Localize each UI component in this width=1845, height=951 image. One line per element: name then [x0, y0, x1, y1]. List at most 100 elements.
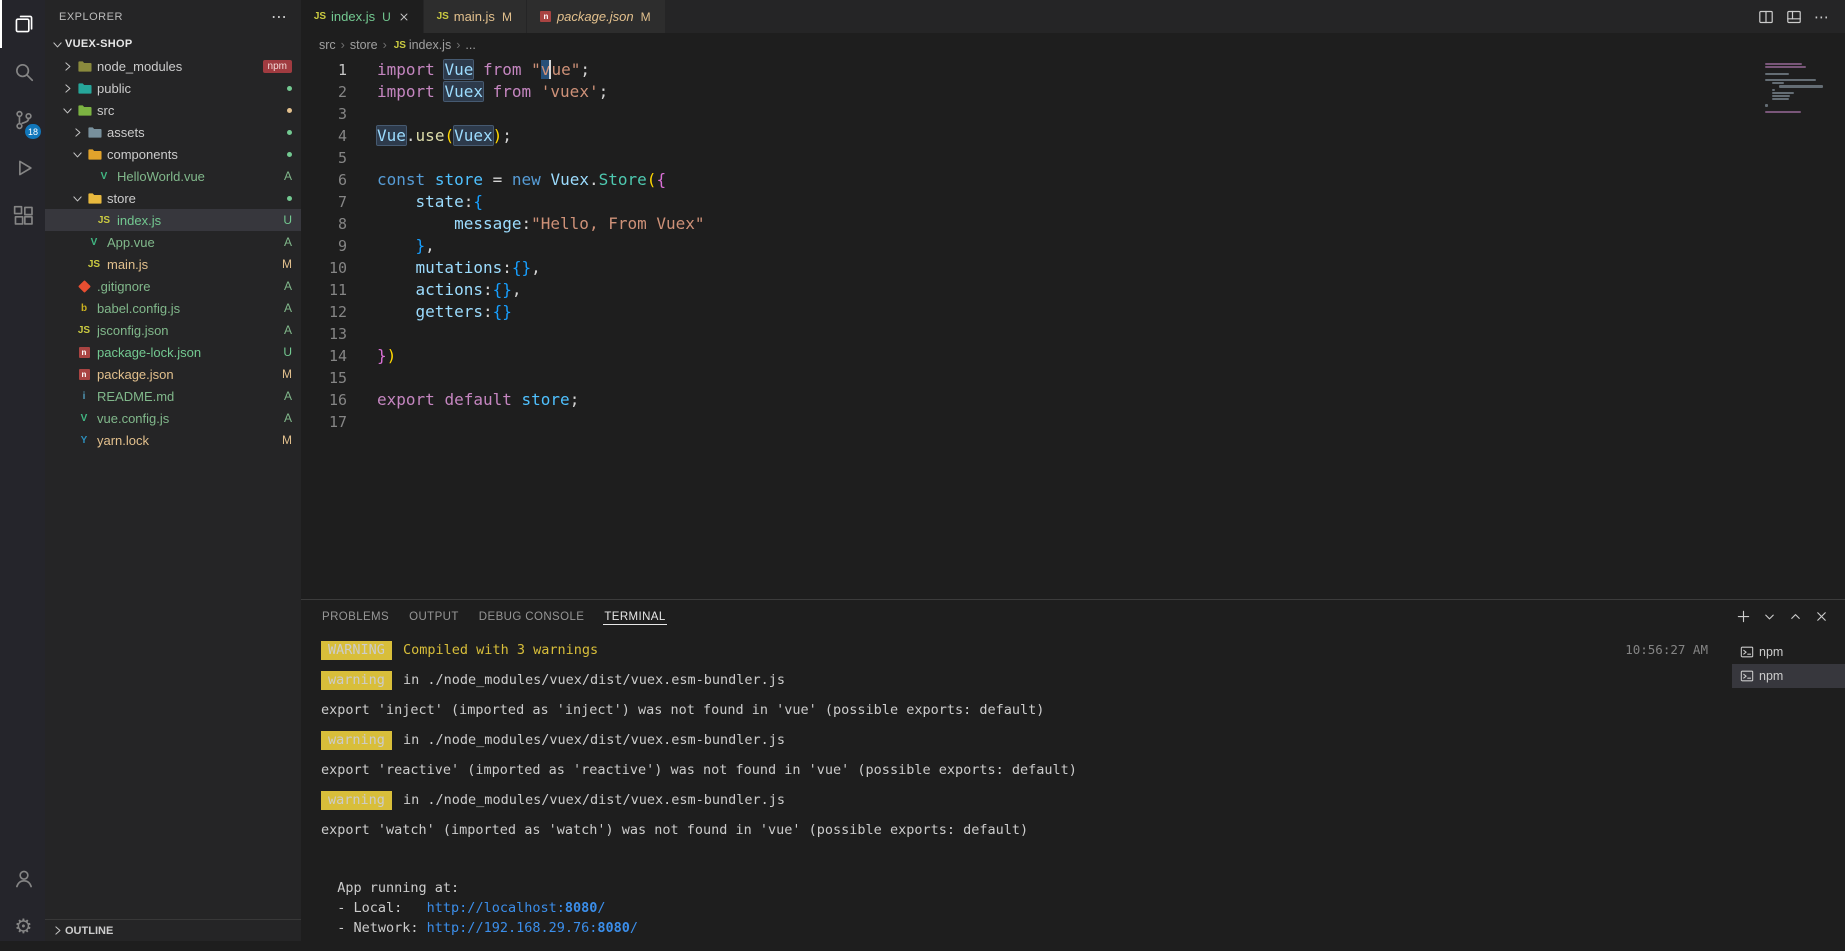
tree-folder-components[interactable]: components: [45, 143, 301, 165]
tree-file-vue.config.js[interactable]: Vvue.config.js A: [45, 407, 301, 429]
tab-index.js[interactable]: JS index.js U: [301, 0, 424, 33]
terminal-link[interactable]: http://192.168.29.76:: [427, 919, 598, 938]
tree-file-README.md[interactable]: i README.md A: [45, 385, 301, 407]
tree-file-babel.config.js[interactable]: b babel.config.js A: [45, 297, 301, 319]
breadcrumb-item-...[interactable]: ...: [465, 38, 475, 52]
maximize-panel-icon[interactable]: [1783, 604, 1807, 628]
code-line-8[interactable]: 8 message:"Hello, From Vuex": [301, 213, 1845, 235]
tree-folder-node_modules[interactable]: node_modules npm: [45, 55, 301, 77]
line-number: 14: [328, 347, 347, 365]
code-line-9[interactable]: 9 },: [301, 235, 1845, 257]
tab-main.js[interactable]: JS main.js M: [423, 0, 527, 33]
terminal-text: export 'reactive' (imported as 'reactive…: [321, 762, 1077, 778]
terminal-instance-2[interactable]: npm: [1732, 664, 1845, 688]
project-section-header[interactable]: VUEX-SHOP: [45, 33, 301, 55]
code-line-6[interactable]: 6 const store = new Vuex.Store({: [301, 169, 1845, 191]
extensions-icon[interactable]: [0, 192, 45, 240]
more-actions-icon[interactable]: ⋯: [1809, 4, 1835, 30]
tree-file-package.json[interactable]: n package.json M: [45, 363, 301, 385]
tree-file-App.vue[interactable]: V App.vue A: [45, 231, 301, 253]
code-line-12[interactable]: 12 getters:{}: [301, 301, 1845, 323]
terminal-link[interactable]: http://localhost:: [427, 899, 565, 918]
tree-file-jsconfig.json[interactable]: JS jsconfig.json A: [45, 319, 301, 341]
panel-tab-terminal[interactable]: TERMINAL: [603, 604, 668, 628]
close-panel-icon[interactable]: [1809, 604, 1833, 628]
code-line-5[interactable]: 5: [301, 147, 1845, 169]
line-number: 13: [328, 325, 347, 343]
breadcrumb-item-store[interactable]: store: [350, 38, 378, 52]
file-name: App.vue: [107, 234, 155, 250]
terminal-link[interactable]: /: [630, 919, 638, 938]
terminal-output[interactable]: WARNING Compiled with 3 warnings 10:56:27…: [301, 632, 1732, 941]
code-line-4[interactable]: 4 Vue.use(Vuex);: [301, 125, 1845, 147]
source-control-icon[interactable]: 18: [0, 96, 45, 144]
tree-file-.gitignore[interactable]: .gitignore A: [45, 275, 301, 297]
terminal-line: WARNING Compiled with 3 warnings 10:56:27…: [321, 640, 1722, 660]
breadcrumb-item-src[interactable]: src: [319, 38, 336, 52]
terminal-link[interactable]: 8080: [565, 899, 598, 918]
terminal-text: Compiled with 3 warnings: [394, 642, 599, 658]
settings-icon[interactable]: ⚙: [0, 903, 45, 951]
code-text: message:"Hello, From Vuex": [454, 214, 705, 233]
code-line-16[interactable]: 16 export default store;: [301, 389, 1845, 411]
code-text: Vue.use(Vuex);: [377, 126, 512, 145]
outline-section-header[interactable]: OUTLINE: [45, 919, 301, 941]
tree-folder-store[interactable]: store: [45, 187, 301, 209]
file-name: babel.config.js: [97, 300, 181, 316]
git-status-letter: A: [283, 323, 292, 337]
tree-file-HelloWorld.vue[interactable]: V HelloWorld.vue A: [45, 165, 301, 187]
chevron-separator: ›: [340, 38, 345, 52]
code-lines[interactable]: 1 import Vue from "vue"; 2 import Vuex from…: [301, 59, 1845, 433]
terminal-link[interactable]: 8080: [597, 919, 630, 938]
terminal-link[interactable]: /: [597, 899, 605, 918]
terminal-instance-1[interactable]: npm: [1732, 640, 1845, 664]
tree-file-index.js[interactable]: JS index.js U: [45, 209, 301, 231]
customize-layout-icon[interactable]: [1781, 4, 1807, 30]
line-number: 11: [328, 281, 347, 299]
code-line-14[interactable]: 14}): [301, 345, 1845, 367]
terminal-instance-label: npm: [1759, 645, 1784, 659]
code-line-11[interactable]: 11 actions:{},: [301, 279, 1845, 301]
code-line-2[interactable]: 2 import Vuex from 'vuex';: [301, 81, 1845, 103]
tree-file-main.js[interactable]: JS main.js M: [45, 253, 301, 275]
tab-package.json[interactable]: n package.json M: [526, 0, 666, 33]
code-line-3[interactable]: 3: [301, 103, 1845, 125]
editor-actions: ⋯: [1753, 0, 1845, 33]
bottom-panel: PROBLEMS OUTPUT DEBUG CONSOLE TERMINAL WARN…: [301, 599, 1845, 941]
launch-profile-dropdown-icon[interactable]: [1757, 604, 1781, 628]
code-line-13[interactable]: 13: [301, 323, 1845, 345]
panel-tab-problems[interactable]: PROBLEMS: [321, 604, 390, 628]
code-line-15[interactable]: 15: [301, 367, 1845, 389]
panel-tab-output[interactable]: OUTPUT: [408, 604, 460, 628]
tree-folder-public[interactable]: public: [45, 77, 301, 99]
tab-label: index.js: [331, 9, 376, 24]
account-icon[interactable]: [0, 855, 45, 903]
tree-folder-src[interactable]: src: [45, 99, 301, 121]
tree-file-package-lock.json[interactable]: n package-lock.json U: [45, 341, 301, 363]
panel-tab-debug-console[interactable]: DEBUG CONSOLE: [478, 604, 586, 628]
readme-file-icon: i: [82, 390, 86, 402]
folder-icon: [75, 80, 93, 96]
search-icon[interactable]: [0, 48, 45, 96]
more-actions-icon[interactable]: ⋯: [271, 7, 287, 27]
run-debug-icon[interactable]: [0, 144, 45, 192]
tree-file-yarn.lock[interactable]: Yyarn.lock M: [45, 429, 301, 451]
code-line-10[interactable]: 10 mutations:{},: [301, 257, 1845, 279]
warning-badge: WARNING: [321, 641, 392, 660]
breadcrumb-item-index.js[interactable]: JS index.js: [392, 37, 452, 53]
project-name: VUEX-SHOP: [65, 38, 133, 50]
new-terminal-icon[interactable]: [1731, 604, 1755, 628]
explorer-icon[interactable]: [0, 0, 45, 48]
code-editor[interactable]: 1 import Vue from "vue"; 2 import Vuex from…: [301, 57, 1845, 599]
code-line-7[interactable]: 7 state:{: [301, 191, 1845, 213]
code-text: actions:{},: [415, 280, 522, 299]
line-number: 5: [337, 149, 347, 167]
git-modified-dot: [287, 107, 292, 113]
code-line-17[interactable]: 17: [301, 411, 1845, 433]
split-editor-icon[interactable]: [1753, 4, 1779, 30]
close-icon[interactable]: [395, 8, 413, 26]
minimap[interactable]: [1765, 63, 1831, 117]
code-line-1[interactable]: 1 import Vue from "vue";: [301, 59, 1845, 81]
tree-folder-assets[interactable]: assets: [45, 121, 301, 143]
git-status-letter: A: [283, 279, 292, 293]
